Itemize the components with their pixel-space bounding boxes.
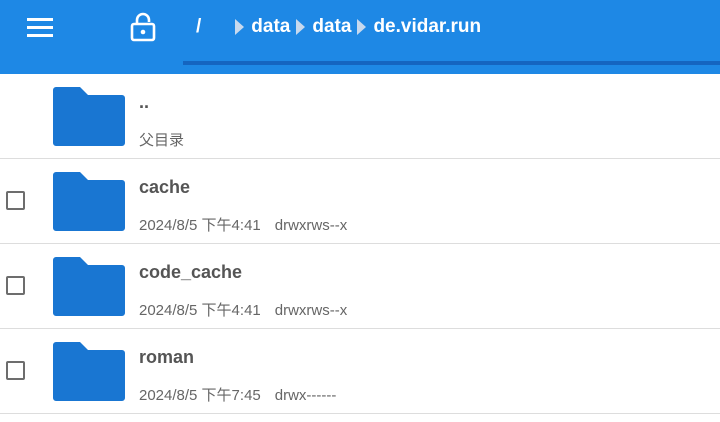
menu-button[interactable] — [18, 14, 62, 40]
file-name: code_cache — [139, 262, 243, 282]
list-item[interactable]: code_cache 2024/8/5 下午4:41 drwxrws--x — [0, 244, 720, 329]
file-name: cache — [139, 177, 191, 197]
chevron-right-icon — [296, 19, 306, 35]
file-permissions: drwx------ — [274, 387, 337, 404]
breadcrumb-segment-data[interactable]: data — [251, 16, 290, 38]
select-checkbox[interactable] — [6, 361, 25, 380]
folder-icon — [53, 87, 125, 146]
breadcrumb-segment-data-2[interactable]: data — [312, 16, 351, 38]
file-subtitle: 父目录 — [139, 132, 185, 149]
lock-button[interactable] — [126, 10, 160, 44]
list-item[interactable]: cache 2024/8/5 下午4:41 drwxrws--x — [0, 159, 720, 244]
select-checkbox[interactable] — [6, 276, 25, 295]
parent-directory-row[interactable]: .. 父目录 — [0, 74, 720, 159]
breadcrumb-scroll-indicator — [183, 61, 720, 65]
folder-icon — [53, 257, 125, 316]
file-meta: 2024/8/5 下午7:45 drwx------ — [139, 384, 336, 405]
file-name: .. — [139, 92, 150, 112]
file-date: 2024/8/5 下午7:45 — [139, 387, 261, 404]
file-meta: 2024/8/5 下午4:41 drwxrws--x — [139, 214, 347, 235]
file-date: 2024/8/5 下午4:41 — [139, 302, 261, 319]
chevron-right-icon — [357, 19, 367, 35]
file-date: 2024/8/5 下午4:41 — [139, 217, 261, 234]
breadcrumb-segment-current[interactable]: de.vidar.run — [373, 16, 481, 38]
file-permissions: drwxrws--x — [274, 302, 348, 319]
app-bar: / data data de.vidar.run — [0, 0, 720, 74]
select-checkbox[interactable] — [6, 191, 25, 210]
chevron-right-icon — [235, 19, 245, 35]
unlocked-lock-icon — [130, 12, 156, 42]
folder-icon — [53, 342, 125, 401]
list-item[interactable]: roman 2024/8/5 下午7:45 drwx------ — [0, 329, 720, 414]
folder-icon — [53, 172, 125, 231]
breadcrumb: / data data de.vidar.run — [196, 13, 481, 41]
breadcrumb-root[interactable]: / — [196, 16, 201, 38]
file-name: roman — [139, 347, 195, 367]
file-meta: 2024/8/5 下午4:41 drwxrws--x — [139, 299, 347, 320]
file-list: .. 父目录 cache 2024/8/5 下午4:41 drwxrws--x c… — [0, 74, 720, 414]
file-permissions: drwxrws--x — [274, 217, 348, 234]
menu-icon — [27, 18, 53, 37]
